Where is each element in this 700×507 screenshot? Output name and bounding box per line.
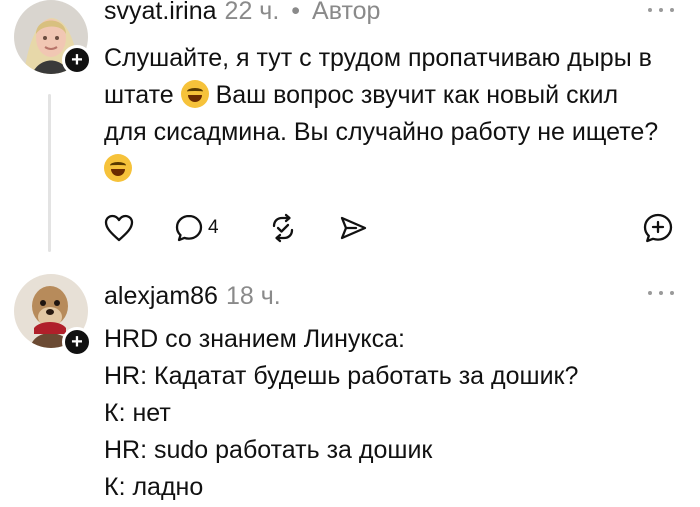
post-header: svyat.irina 22 ч. • Автор <box>104 0 380 26</box>
emoji-line <box>104 151 689 188</box>
post-time: 18 ч. <box>225 282 281 310</box>
more-icon[interactable] <box>648 8 674 14</box>
repost-button[interactable] <box>268 212 298 244</box>
post-time: 22 ч. <box>224 0 280 25</box>
post: + svyat.irina 22 ч. • Автор Слушайте, я … <box>0 0 700 262</box>
author-badge: Автор <box>312 0 381 25</box>
post-actions: 4 <box>104 212 674 244</box>
more-icon[interactable] <box>648 291 674 297</box>
comment-icon <box>175 214 203 242</box>
post-text: Слушайте, я тут с трудом пропатчиваю дыр… <box>104 40 689 188</box>
comments-count: 4 <box>208 217 219 238</box>
follow-plus-button[interactable]: + <box>62 327 92 357</box>
follow-plus-button[interactable]: + <box>62 45 92 75</box>
share-icon <box>340 216 367 240</box>
post-header: alexjam86 18 ч. <box>104 282 281 311</box>
heart-icon <box>104 214 134 242</box>
username[interactable]: alexjam86 <box>104 282 218 311</box>
post-line: К: нет <box>104 399 171 427</box>
laughing-emoji-icon <box>104 154 132 182</box>
post-line: штате <box>104 81 174 109</box>
post-line: для сисадмина. Вы случайно работу не ище… <box>104 118 659 146</box>
laughing-emoji-icon <box>180 80 209 108</box>
separator-dot: • <box>291 0 301 25</box>
post-text: HRD со знанием Линукса: HR: Кадатат буде… <box>104 321 689 506</box>
repost-icon <box>272 213 294 243</box>
post-line-with-emoji: штате Ваш вопрос звучит как новый скил <box>104 77 689 114</box>
post-line: Ваш вопрос звучит как новый скил <box>215 81 619 109</box>
quote-add-icon <box>643 213 673 243</box>
username[interactable]: svyat.irina <box>104 0 217 26</box>
post-line: HRD со знанием Линукса: <box>104 325 405 353</box>
comment-button[interactable]: 4 <box>174 212 219 244</box>
post-line: HR: Кадатат будешь работать за дошик? <box>104 362 579 390</box>
thread-line <box>48 94 51 252</box>
post-line: К: ладно <box>104 473 204 501</box>
quote-add-button[interactable] <box>642 212 674 244</box>
post-line: HR: sudo работать за дошик <box>104 436 433 464</box>
post-line: Слушайте, я тут с трудом пропатчиваю дыр… <box>104 44 652 72</box>
post: + alexjam86 18 ч. HRD со знанием Линукса… <box>0 262 700 507</box>
share-button[interactable] <box>338 212 368 244</box>
like-button[interactable] <box>104 212 134 244</box>
